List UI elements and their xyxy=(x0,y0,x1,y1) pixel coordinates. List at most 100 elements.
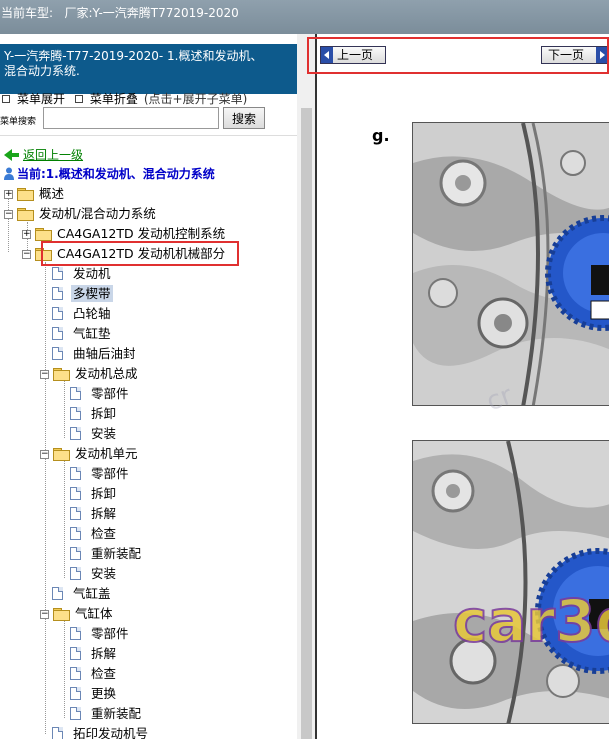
document-icon xyxy=(70,427,81,440)
highlight-box xyxy=(41,241,239,266)
tree-item-label: 重新装配 xyxy=(91,706,142,721)
tree-item-reassembly[interactable]: 重新装配 xyxy=(70,544,143,564)
tree-item-removal[interactable]: 拆卸 xyxy=(70,404,118,424)
tree-item-label: 安装 xyxy=(91,566,117,581)
tree-item-label: 气缸垫 xyxy=(73,326,111,341)
document-icon xyxy=(52,327,63,340)
tree-item-label: 零部件 xyxy=(91,626,129,641)
tree-item-label: 拆卸 xyxy=(91,486,117,501)
tree-item-label: 更换 xyxy=(91,686,117,701)
document-icon xyxy=(70,707,81,720)
tree-item-label: 概述 xyxy=(39,186,65,201)
menu-tree: + 概述 − 发动机/混合动力系统 + CA4GA12TD 发动机控制系统 − … xyxy=(0,34,301,739)
folder-open-icon xyxy=(17,208,34,221)
engine-drawing xyxy=(413,123,609,405)
tree-item-label: 检查 xyxy=(91,666,117,681)
tree-item-removal[interactable]: 拆卸 xyxy=(70,484,118,504)
document-icon xyxy=(70,687,81,700)
tree-item-camshaft[interactable]: 凸轮轴 xyxy=(52,304,113,324)
tree-item-engine-hybrid[interactable]: − 发动机/混合动力系统 xyxy=(4,204,158,224)
watermark-logo: car3d xyxy=(453,587,609,655)
folder-open-icon xyxy=(53,448,70,461)
collapse-minus-icon[interactable]: − xyxy=(40,610,49,619)
document-icon xyxy=(70,387,81,400)
tree-item-label: 零部件 xyxy=(91,466,129,481)
tree-item-parts[interactable]: 零部件 xyxy=(70,624,131,644)
car-model-label: 当前车型: xyxy=(1,6,54,20)
tree-item-label: 发动机 xyxy=(73,266,111,281)
tree-item-label: 多楔带 xyxy=(71,285,113,302)
tree-item-overview[interactable]: + 概述 xyxy=(4,184,66,204)
tree-item-parts[interactable]: 零部件 xyxy=(70,384,131,404)
engine-illustration-2: car3d xyxy=(412,440,609,724)
collapse-minus-icon[interactable]: − xyxy=(40,450,49,459)
tree-line xyxy=(64,458,65,578)
sidebar-scroll-thumb[interactable] xyxy=(301,108,312,739)
tree-item-label: CA4GA12TD 发动机控制系统 xyxy=(57,226,226,241)
sidebar: Y-一汽奔腾-T77-2019-2020- 1.概述和发动机、 混合动力系统. … xyxy=(0,34,301,739)
tree-item-reassembly[interactable]: 重新装配 xyxy=(70,704,143,724)
tree-item-parts[interactable]: 零部件 xyxy=(70,464,131,484)
top-bar: 当前车型: 厂家:Y-一汽奔腾T772019-2020 xyxy=(0,0,609,34)
expand-plus-icon[interactable]: + xyxy=(4,190,13,199)
document-icon xyxy=(70,527,81,540)
tree-item-label: 气缸体 xyxy=(75,606,113,621)
tree-item-label: 发动机单元 xyxy=(75,446,138,461)
tree-item-label: 凸轮轴 xyxy=(73,306,111,321)
tree-item-label: 拓印发动机号 xyxy=(73,726,149,739)
tree-line xyxy=(64,378,65,438)
tree-item-label: 发动机/混合动力系统 xyxy=(39,206,156,221)
tree-item-label: 气缸盖 xyxy=(73,586,111,601)
document-icon xyxy=(52,307,63,320)
step-label: g. xyxy=(372,126,390,145)
tree-item-engine[interactable]: 发动机 xyxy=(52,264,113,284)
tree-item-installation[interactable]: 安装 xyxy=(70,424,118,444)
collapse-minus-icon[interactable]: − xyxy=(4,210,13,219)
folder-open-icon xyxy=(53,368,70,381)
document-icon xyxy=(70,567,81,580)
tree-item-label: 拆卸 xyxy=(91,406,117,421)
document-icon xyxy=(52,727,63,739)
tree-item-engine-assembly[interactable]: − 发动机总成 xyxy=(40,364,140,384)
tree-item-label: 重新装配 xyxy=(91,546,142,561)
collapse-minus-icon[interactable]: − xyxy=(40,370,49,379)
tree-item-disassembly[interactable]: 拆解 xyxy=(70,504,118,524)
tree-item-label: 曲轴后油封 xyxy=(73,346,136,361)
document-icon xyxy=(70,507,81,520)
car-model-value: 厂家:Y-一汽奔腾T772019-2020 xyxy=(64,6,239,20)
tree-item-head-gasket[interactable]: 气缸垫 xyxy=(52,324,113,344)
folder-icon xyxy=(17,188,34,201)
document-icon xyxy=(70,467,81,480)
document-icon xyxy=(70,667,81,680)
tree-item-label: 拆解 xyxy=(91,506,117,521)
folder-open-icon xyxy=(53,608,70,621)
tree-item-label: 零部件 xyxy=(91,386,129,401)
content-pane: 上一页 下一页 g. car3 cr xyxy=(315,34,609,739)
tree-item-cylinder-head-cover[interactable]: 气缸盖 xyxy=(52,584,113,604)
tree-item-engine-unit[interactable]: − 发动机单元 xyxy=(40,444,140,464)
document-icon xyxy=(70,627,81,640)
tree-item-stamp-engine-number[interactable]: 拓印发动机号 xyxy=(52,724,150,739)
tree-item-inspection[interactable]: 检查 xyxy=(70,524,118,544)
tree-item-replacement[interactable]: 更换 xyxy=(70,684,118,704)
tree-item-installation[interactable]: 安装 xyxy=(70,564,118,584)
engine-illustration-1 xyxy=(412,122,609,406)
collapse-minus-icon[interactable]: − xyxy=(22,250,31,259)
document-icon xyxy=(52,287,63,300)
tree-item-inspection[interactable]: 检查 xyxy=(70,664,118,684)
document-icon xyxy=(70,407,81,420)
highlight-box xyxy=(307,37,609,74)
document-icon xyxy=(70,547,81,560)
tree-item-disassembly[interactable]: 拆解 xyxy=(70,644,118,664)
tree-item-rear-oil-seal[interactable]: 曲轴后油封 xyxy=(52,344,138,364)
expand-plus-icon[interactable]: + xyxy=(22,230,31,239)
tree-item-label: 检查 xyxy=(91,526,117,541)
folder-icon xyxy=(35,228,52,241)
tree-line xyxy=(64,618,65,718)
document-icon xyxy=(70,647,81,660)
tree-item-multi-v-belt[interactable]: 多楔带 xyxy=(52,284,113,304)
tree-item-label: 发动机总成 xyxy=(75,366,138,381)
document-icon xyxy=(52,267,63,280)
document-icon xyxy=(70,487,81,500)
tree-item-cylinder-block[interactable]: − 气缸体 xyxy=(40,604,115,624)
